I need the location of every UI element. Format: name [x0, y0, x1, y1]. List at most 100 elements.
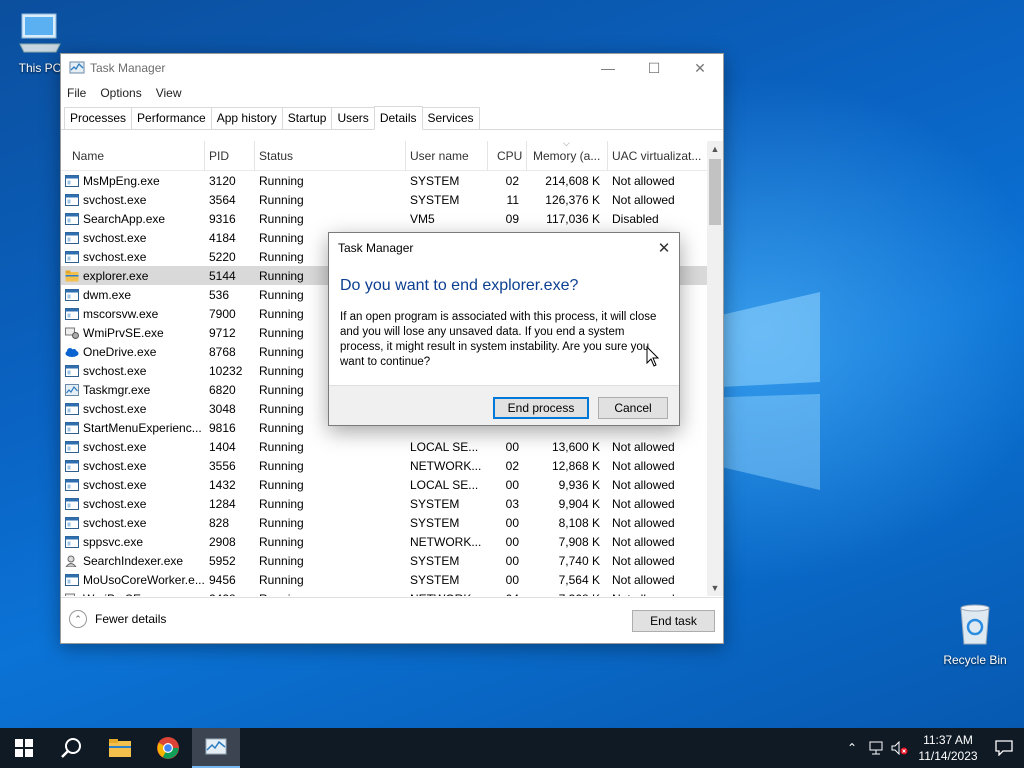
- window-title: Task Manager: [90, 61, 166, 75]
- tab-services[interactable]: Services: [421, 107, 480, 129]
- process-uac-cell: Not allowed: [612, 572, 675, 587]
- table-row[interactable]: svchost.exe 3556 Running NETWORK... 02 12,868…: [61, 456, 707, 475]
- vertical-scrollbar[interactable]: ▲ ▼: [707, 141, 723, 596]
- tab-startup[interactable]: Startup: [281, 107, 333, 129]
- table-row[interactable]: WmiPrvSE.exe 2428RunningNETWORK...047,368…: [61, 589, 707, 596]
- column-header-cpu[interactable]: CPU: [488, 141, 527, 171]
- table-row[interactable]: MoUsoCoreWorker.e... 9456 Running SYSTEM 00 7…: [61, 570, 707, 589]
- show-hidden-icons-chevron-icon[interactable]: ⌃: [840, 728, 864, 768]
- menu-file[interactable]: File: [67, 86, 86, 100]
- close-button[interactable]: ✕: [677, 54, 723, 82]
- start-button[interactable]: [0, 728, 48, 768]
- action-center-button[interactable]: [984, 728, 1024, 768]
- app-icon: [65, 307, 83, 320]
- process-status-cell: Running: [255, 592, 406, 597]
- windows-start-icon: [15, 739, 33, 757]
- volume-muted-icon[interactable]: [888, 728, 912, 768]
- dialog-heading: Do you want to end explorer.exe?: [340, 277, 579, 294]
- dialog-close-icon[interactable]: ✕: [649, 239, 679, 257]
- process-cpu-cell: 04: [488, 592, 527, 597]
- table-row[interactable]: SearchApp.exe 9316 Running VM5 09 117,036 K Di…: [61, 209, 707, 228]
- end-process-dialog: Task Manager ✕ Do you want to end explor…: [328, 232, 680, 426]
- desktop-icon-label: Recycle Bin: [943, 653, 1007, 667]
- clock[interactable]: 11:37 AM 11/14/2023: [912, 732, 984, 764]
- column-headers: Name PID Status User name CPU Memory (a.…: [61, 141, 707, 171]
- app-icon: [65, 535, 83, 548]
- scroll-thumb[interactable]: [709, 159, 721, 225]
- column-header-name[interactable]: Name: [61, 141, 205, 171]
- title-bar[interactable]: Task Manager — ☐ ✕: [61, 54, 723, 82]
- tab-app-history[interactable]: App history: [210, 107, 283, 129]
- table-row[interactable]: svchost.exe 828 Running SYSTEM 00 8,108 K Not …: [61, 513, 707, 532]
- process-status-cell: Running: [259, 458, 304, 473]
- end-process-button[interactable]: End process: [493, 397, 589, 419]
- table-row[interactable]: sppsvc.exe 2908 Running NETWORK... 00 7,908 K…: [61, 532, 707, 551]
- table-row[interactable]: svchost.exe 3564 Running SYSTEM 11 126,376 K N…: [61, 190, 707, 209]
- table-row[interactable]: svchost.exe 1404 Running LOCAL SE... 00 13,60…: [61, 437, 707, 456]
- mouse-cursor-icon: [646, 346, 660, 367]
- process-name-cell: SearchApp.exe: [61, 212, 205, 226]
- tab-performance[interactable]: Performance: [131, 107, 212, 129]
- cancel-button[interactable]: Cancel: [598, 397, 668, 419]
- taskbar-task-manager[interactable]: [192, 728, 240, 768]
- process-mem-cell: 12,868 K: [551, 458, 600, 473]
- wmi-icon: [65, 593, 83, 596]
- process-name: SearchIndexer.exe: [83, 553, 184, 568]
- table-row[interactable]: svchost.exe 1432 Running LOCAL SE... 00 9,936…: [61, 475, 707, 494]
- app-icon: [65, 288, 83, 301]
- process-cpu-cell: 00: [505, 439, 519, 454]
- process-pid-cell: 1432: [209, 477, 236, 492]
- process-name: svchost.exe: [83, 477, 147, 492]
- process-pid-cell: 5220: [209, 249, 236, 264]
- process-cpu-cell: 00: [505, 572, 519, 587]
- table-row[interactable]: MsMpEng.exe 3120 Running SYSTEM 02 214,608 K N…: [61, 171, 707, 190]
- system-tray: ⌃ 11:37 AM 11/14/2023: [840, 728, 1024, 768]
- process-pid-cell: 3120: [209, 173, 236, 188]
- table-row[interactable]: SearchIndexer.exe 5952 Running SYSTEM 00 7,74…: [61, 551, 707, 570]
- tab-strip: Processes Performance App history Startu…: [61, 106, 723, 130]
- table-row[interactable]: svchost.exe 1284 Running SYSTEM 03 9,904 K Not…: [61, 494, 707, 513]
- app-icon: [65, 516, 83, 529]
- process-name: MsMpEng.exe: [83, 173, 160, 188]
- process-pid-cell: 9816: [209, 420, 236, 435]
- process-name-cell: svchost.exe: [61, 231, 205, 245]
- process-name-cell: sppsvc.exe: [61, 535, 205, 549]
- minimize-button[interactable]: —: [585, 54, 631, 82]
- process-cpu-cell: 00: [505, 534, 519, 549]
- tab-details[interactable]: Details: [373, 106, 423, 130]
- menu-view[interactable]: View: [156, 86, 182, 100]
- menu-options[interactable]: Options: [100, 86, 141, 100]
- tab-processes[interactable]: Processes: [64, 107, 133, 129]
- process-mem-cell: 126,376 K: [545, 192, 600, 207]
- taskbar-file-explorer[interactable]: [96, 728, 144, 768]
- process-pid-cell: 9456: [209, 572, 236, 587]
- tab-users[interactable]: Users: [331, 107, 375, 129]
- process-pid-cell: 4184: [209, 230, 236, 245]
- maximize-button[interactable]: ☐: [631, 54, 677, 82]
- taskbar-chrome[interactable]: [144, 728, 192, 768]
- dialog-message: If an open program is associated with th…: [340, 311, 657, 368]
- clock-date: 11/14/2023: [918, 749, 978, 763]
- process-cpu-cell: 03: [505, 496, 519, 511]
- process-user-cell: SYSTEM: [410, 173, 460, 188]
- indexer-icon: [65, 555, 83, 567]
- process-pid-cell: 9712: [209, 325, 236, 340]
- search-button[interactable]: [48, 728, 96, 768]
- process-name: svchost.exe: [83, 401, 147, 416]
- process-name: svchost.exe: [83, 515, 147, 530]
- fewer-details-toggle[interactable]: ⌃ Fewer details: [69, 610, 166, 628]
- network-icon[interactable]: [864, 728, 888, 768]
- column-header-pid[interactable]: PID: [205, 141, 255, 171]
- desktop-icon-recycle-bin[interactable]: Recycle Bin: [935, 600, 1015, 667]
- end-task-button[interactable]: End task: [632, 610, 715, 632]
- dialog-title-bar[interactable]: Task Manager ✕: [329, 233, 679, 263]
- column-header-user-name[interactable]: User name: [406, 141, 488, 171]
- scroll-up-arrow-icon[interactable]: ▲: [707, 141, 723, 157]
- app-icon: [65, 174, 83, 187]
- column-header-uac-virtualization[interactable]: UAC virtualizat...: [608, 141, 707, 171]
- scroll-down-arrow-icon[interactable]: ▼: [707, 580, 723, 596]
- column-header-status[interactable]: Status: [255, 141, 406, 171]
- process-name-cell: WmiPrvSE.exe: [61, 326, 205, 340]
- fewer-details-label: Fewer details: [95, 612, 167, 626]
- app-icon: [65, 497, 83, 510]
